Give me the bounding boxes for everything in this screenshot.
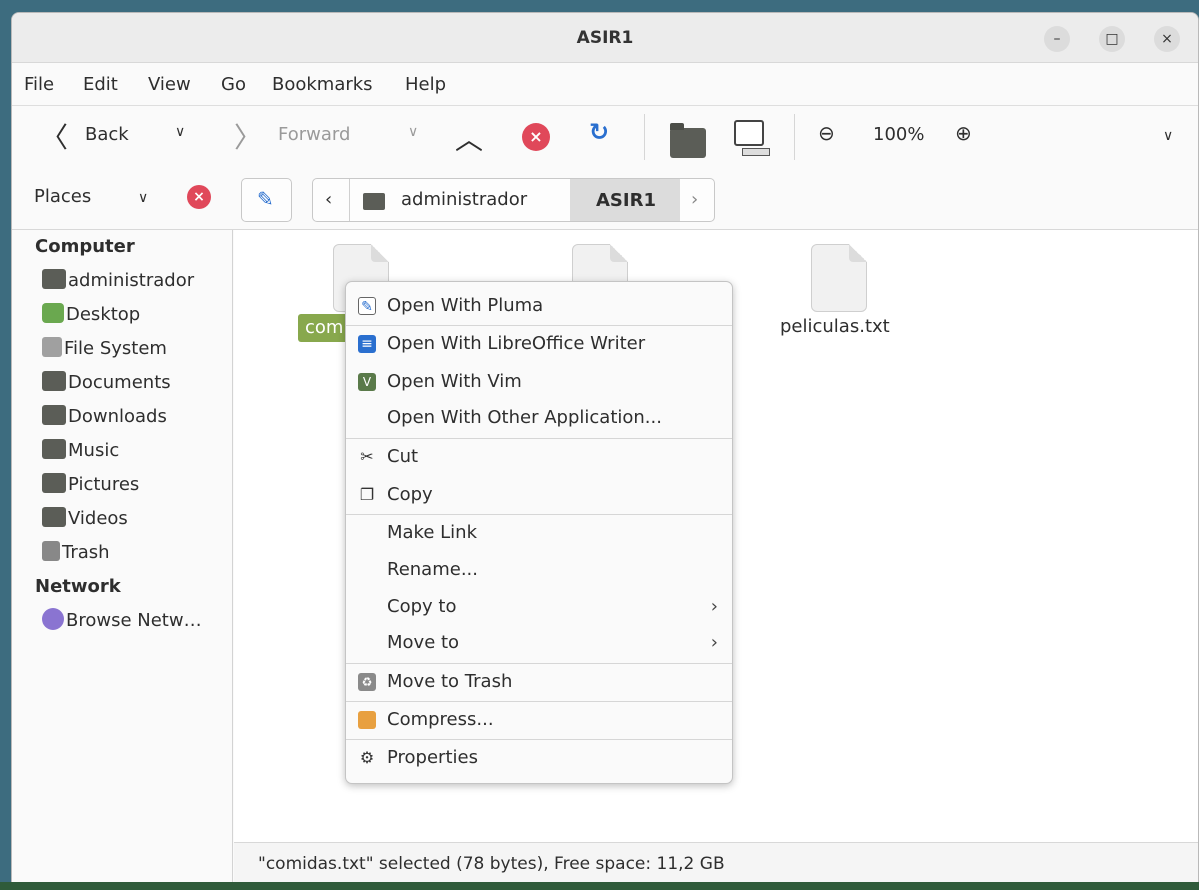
pluma-icon: ✎ bbox=[358, 297, 376, 315]
folder-icon bbox=[42, 371, 66, 391]
drive-icon bbox=[42, 337, 62, 357]
folder-icon bbox=[363, 193, 385, 210]
file-label-peliculas[interactable]: peliculas.txt bbox=[780, 316, 890, 337]
trash-icon bbox=[42, 541, 60, 561]
status-text: "comidas.txt" selected (78 bytes), Free … bbox=[258, 854, 725, 874]
archive-icon bbox=[358, 711, 376, 729]
sidebar-item-documents[interactable]: Documents bbox=[42, 371, 171, 398]
menu-open-with-vim[interactable]: V Open With Vim bbox=[346, 364, 732, 400]
sidebar: Computer administrador Desktop File Syst… bbox=[12, 230, 233, 883]
titlebar[interactable]: ASIR1 – □ × bbox=[12, 13, 1198, 63]
keyboard-icon bbox=[742, 148, 770, 156]
trash-icon: ♻ bbox=[358, 673, 376, 691]
vim-icon: V bbox=[358, 373, 376, 391]
menu-open-with-writer[interactable]: ≡ Open With LibreOffice Writer bbox=[346, 326, 732, 362]
reload-icon[interactable]: ↻ bbox=[589, 118, 609, 146]
folder-icon bbox=[42, 439, 66, 459]
menu-copy-to[interactable]: Copy to › bbox=[346, 589, 732, 625]
menu-view[interactable]: View bbox=[148, 74, 191, 95]
menu-cut[interactable]: ✂ Cut bbox=[346, 439, 732, 475]
crumb-right-arrow-icon[interactable]: › bbox=[691, 189, 698, 210]
menu-copy[interactable]: ❐ Copy bbox=[346, 477, 732, 513]
zoom-level: 100% bbox=[873, 124, 925, 145]
menu-properties[interactable]: ⚙ Properties bbox=[346, 740, 732, 776]
menu-bookmarks[interactable]: Bookmarks bbox=[272, 74, 373, 95]
places-chevron-down-icon[interactable]: ∨ bbox=[138, 190, 148, 206]
maximize-button[interactable]: □ bbox=[1099, 26, 1125, 52]
menu-move-to[interactable]: Move to › bbox=[346, 625, 732, 661]
forward-history-chevron-icon[interactable]: ∨ bbox=[408, 124, 418, 140]
gear-icon: ⚙ bbox=[359, 748, 375, 767]
sidebar-item-videos[interactable]: Videos bbox=[42, 507, 128, 534]
menubar: File Edit View Go Bookmarks Help bbox=[12, 64, 1198, 106]
statusbar: "comidas.txt" selected (78 bytes), Free … bbox=[234, 842, 1198, 883]
folder-icon bbox=[42, 269, 66, 289]
crumb-asir1[interactable]: ASIR1 bbox=[596, 190, 656, 211]
computer-icon[interactable] bbox=[734, 120, 764, 146]
menu-make-link[interactable]: Make Link bbox=[346, 515, 732, 551]
sidebar-item-trash[interactable]: Trash bbox=[42, 541, 110, 568]
desktop-icon bbox=[42, 303, 64, 323]
back-arrow-icon[interactable]: 〈 bbox=[40, 116, 68, 156]
up-icon[interactable]: ︿ bbox=[455, 118, 483, 158]
folder-icon bbox=[42, 473, 66, 493]
home-folder-icon[interactable] bbox=[670, 123, 706, 158]
sidebar-item-downloads[interactable]: Downloads bbox=[42, 405, 167, 432]
folder-icon bbox=[42, 507, 66, 527]
text-file-icon[interactable] bbox=[811, 244, 867, 312]
forward-arrow-icon[interactable]: 〉 bbox=[234, 116, 262, 156]
menu-open-with-other[interactable]: Open With Other Application... bbox=[346, 400, 732, 436]
scissors-icon: ✂ bbox=[360, 447, 374, 466]
menu-compress[interactable]: Compress... bbox=[346, 702, 732, 738]
edit-location-button[interactable]: ✎ bbox=[241, 178, 292, 222]
pencil-icon: ✎ bbox=[257, 187, 274, 211]
close-sidebar-icon[interactable]: × bbox=[187, 185, 211, 209]
menu-go[interactable]: Go bbox=[221, 74, 246, 95]
back-button[interactable]: Back bbox=[85, 124, 129, 145]
stop-icon[interactable]: × bbox=[522, 123, 550, 151]
submenu-arrow-icon: › bbox=[710, 596, 718, 617]
forward-button[interactable]: Forward bbox=[278, 124, 350, 145]
location-bar: Places ∨ × ✎ ‹ administrador ASIR1 › bbox=[12, 168, 1198, 230]
places-dropdown[interactable]: Places bbox=[34, 186, 91, 207]
sidebar-header-computer: Computer bbox=[35, 236, 135, 257]
sidebar-item-pictures[interactable]: Pictures bbox=[42, 473, 139, 500]
menu-help[interactable]: Help bbox=[405, 74, 446, 95]
file-manager-window: ASIR1 – □ × File Edit View Go Bookmarks … bbox=[11, 12, 1199, 884]
sidebar-item-desktop[interactable]: Desktop bbox=[42, 303, 140, 330]
minimize-button[interactable]: – bbox=[1044, 26, 1070, 52]
menu-move-to-trash[interactable]: ♻ Move to Trash bbox=[346, 664, 732, 700]
crumb-administrador[interactable]: administrador bbox=[401, 189, 527, 210]
window-title: ASIR1 bbox=[576, 28, 634, 48]
network-icon bbox=[42, 608, 64, 630]
zoom-in-icon[interactable]: ⊕ bbox=[955, 121, 972, 145]
menu-open-with-pluma[interactable]: ✎ Open With Pluma bbox=[346, 288, 732, 324]
writer-icon: ≡ bbox=[358, 335, 376, 353]
copy-icon: ❐ bbox=[359, 485, 375, 504]
menu-rename[interactable]: Rename... bbox=[346, 552, 732, 588]
context-menu: ✎ Open With Pluma ≡ Open With LibreOffic… bbox=[345, 281, 733, 784]
toolbar-overflow-chevron-icon[interactable]: ∨ bbox=[1163, 128, 1173, 144]
desktop-bottom-strip bbox=[0, 882, 1199, 890]
sidebar-item-administrador[interactable]: administrador bbox=[42, 269, 194, 296]
sidebar-item-file-system[interactable]: File System bbox=[42, 337, 167, 364]
sidebar-item-browse-network[interactable]: Browse Netw… bbox=[42, 608, 202, 636]
sidebar-item-music[interactable]: Music bbox=[42, 439, 119, 466]
breadcrumb: ‹ administrador ASIR1 › bbox=[312, 178, 715, 222]
folder-icon bbox=[42, 405, 66, 425]
menu-file[interactable]: File bbox=[24, 74, 54, 95]
sidebar-header-network: Network bbox=[35, 576, 121, 597]
toolbar: 〈 Back ∨ 〉 Forward ∨ ︿ × ↻ ⊖ 100% ⊕ ∨ bbox=[12, 106, 1198, 168]
submenu-arrow-icon: › bbox=[710, 632, 718, 653]
crumb-left-arrow-icon[interactable]: ‹ bbox=[325, 189, 332, 210]
back-history-chevron-icon[interactable]: ∨ bbox=[175, 124, 185, 140]
zoom-out-icon[interactable]: ⊖ bbox=[818, 121, 835, 145]
menu-edit[interactable]: Edit bbox=[83, 74, 118, 95]
close-button[interactable]: × bbox=[1154, 26, 1180, 52]
